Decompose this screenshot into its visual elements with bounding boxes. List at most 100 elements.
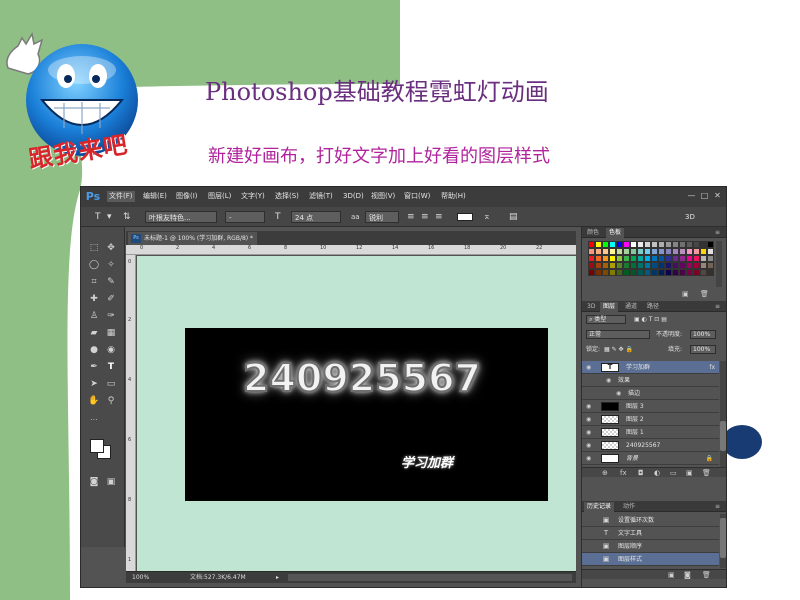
path-select-icon[interactable]: ➤: [87, 377, 101, 391]
color-swatch[interactable]: [623, 248, 630, 255]
color-swatch[interactable]: [707, 255, 714, 262]
color-swatch[interactable]: [595, 241, 602, 248]
adjustment-icon[interactable]: ◐: [654, 469, 660, 477]
panel-menu-icon[interactable]: ≡: [712, 502, 723, 512]
color-swatch[interactable]: [616, 241, 623, 248]
group-icon[interactable]: ▭: [670, 469, 677, 477]
color-swatch[interactable]: [588, 248, 595, 255]
layer-row[interactable]: ◉ 图层 1: [582, 426, 719, 439]
swatch-scrollbar[interactable]: [716, 241, 722, 287]
align-left-icon[interactable]: ≡: [407, 211, 415, 223]
layer-row[interactable]: ◉ 图层 2: [582, 413, 719, 426]
character-panel-icon[interactable]: ▤: [509, 211, 518, 223]
document-canvas[interactable]: 240925567 学习加群: [185, 328, 548, 501]
layer-row[interactable]: ◉ 图层 3: [582, 400, 719, 413]
document-tab[interactable]: Ps 未标题-1 @ 100% (学习加群, RGB/8) *: [128, 232, 258, 245]
layer-filter-icons[interactable]: ▣ ◐ T ⊡ ▤: [634, 315, 667, 324]
color-swatch[interactable]: [630, 269, 637, 276]
color-swatch[interactable]: [644, 262, 651, 269]
color-swatch[interactable]: [686, 255, 693, 262]
new-layer-icon[interactable]: ▣: [686, 469, 693, 477]
color-swatch[interactable]: [693, 269, 700, 276]
menu-view[interactable]: 视图(V): [371, 191, 395, 202]
type-tool-icon[interactable]: T: [104, 360, 118, 374]
color-swatch[interactable]: [672, 248, 679, 255]
align-center-icon[interactable]: ≡: [421, 211, 429, 223]
marquee-tool-icon[interactable]: ⬚: [87, 241, 101, 255]
eye-icon[interactable]: ◉: [616, 390, 623, 397]
lasso-tool-icon[interactable]: ◯: [87, 258, 101, 272]
color-swatch[interactable]: [665, 269, 672, 276]
menu-help[interactable]: 帮助(H): [441, 191, 466, 202]
scroll-thumb[interactable]: [720, 518, 726, 558]
color-swatch[interactable]: [630, 248, 637, 255]
menu-image[interactable]: 图像(I): [176, 191, 198, 202]
color-swatch[interactable]: [602, 269, 609, 276]
color-swatch[interactable]: [679, 255, 686, 262]
text-orientation-icon[interactable]: ⇅: [123, 211, 131, 223]
panel-menu-icon[interactable]: ≡: [712, 228, 723, 238]
workspace-label[interactable]: 3D: [685, 211, 695, 223]
color-swatch[interactable]: [637, 241, 644, 248]
menu-type[interactable]: 文字(Y): [241, 191, 265, 202]
color-swatch[interactable]: [679, 241, 686, 248]
layers-scrollbar[interactable]: [720, 361, 726, 467]
menu-file[interactable]: 文件(F): [107, 191, 135, 202]
color-swatch[interactable]: [651, 248, 658, 255]
color-swatch[interactable]: [672, 255, 679, 262]
eye-icon[interactable]: ◉: [586, 455, 593, 462]
scroll-thumb[interactable]: [720, 421, 726, 451]
color-swatch[interactable]: [707, 248, 714, 255]
minimize-icon[interactable]: —: [687, 191, 696, 200]
color-swatch[interactable]: [679, 269, 686, 276]
color-swatch[interactable]: [665, 255, 672, 262]
antialias-select[interactable]: 锐利: [365, 211, 399, 223]
color-swatch[interactable]: [637, 248, 644, 255]
eye-icon[interactable]: ◉: [586, 429, 593, 436]
layer-row[interactable]: ◉ 240925567: [582, 439, 719, 452]
color-swatch[interactable]: [693, 262, 700, 269]
color-swatch[interactable]: [595, 248, 602, 255]
color-swatch[interactable]: [602, 255, 609, 262]
color-swatch[interactable]: [609, 248, 616, 255]
blur-tool-icon[interactable]: ●: [87, 343, 101, 357]
color-swatch[interactable]: [588, 255, 595, 262]
color-swatch[interactable]: [700, 248, 707, 255]
dodge-tool-icon[interactable]: ◉: [104, 343, 118, 357]
color-swatch[interactable]: [602, 248, 609, 255]
tab-channels[interactable]: 通道: [622, 302, 640, 312]
layer-effect-row[interactable]: ◉ 描边: [582, 387, 719, 400]
menu-layer[interactable]: 图层(L): [208, 191, 231, 202]
color-swatch[interactable]: [616, 248, 623, 255]
fill-input[interactable]: 100%: [690, 345, 716, 354]
tab-swatches[interactable]: 色板: [606, 228, 625, 238]
text-color-swatch[interactable]: [457, 213, 473, 221]
color-swatch[interactable]: [651, 269, 658, 276]
color-swatch[interactable]: [609, 262, 616, 269]
layer-row[interactable]: ◉ 背景 🔒: [582, 452, 719, 465]
color-swatch[interactable]: [658, 255, 665, 262]
color-swatch[interactable]: [623, 269, 630, 276]
magic-wand-icon[interactable]: ✧: [104, 258, 118, 272]
more-tools-icon[interactable]: …: [87, 411, 101, 425]
color-swatch[interactable]: [609, 241, 616, 248]
color-swatch[interactable]: [665, 241, 672, 248]
zoom-tool-icon[interactable]: ⚲: [104, 394, 118, 408]
color-swatch[interactable]: [686, 269, 693, 276]
tab-3d[interactable]: 3D: [584, 302, 598, 312]
color-swatch[interactable]: [616, 269, 623, 276]
color-swatch[interactable]: [658, 248, 665, 255]
color-swatch[interactable]: [658, 262, 665, 269]
chevron-down-icon[interactable]: ▾: [107, 211, 112, 223]
color-swatch[interactable]: [637, 255, 644, 262]
layer-filter-select[interactable]: ⌕ 类型: [586, 315, 626, 324]
color-swatch[interactable]: [588, 241, 595, 248]
fx-icon[interactable]: fx: [620, 469, 627, 477]
history-scrollbar[interactable]: [720, 514, 726, 568]
stamp-tool-icon[interactable]: ♙: [87, 309, 101, 323]
color-swatch[interactable]: [616, 255, 623, 262]
color-swatch[interactable]: [707, 241, 714, 248]
color-swatch[interactable]: [665, 262, 672, 269]
color-swatch[interactable]: [588, 262, 595, 269]
color-swatch[interactable]: [686, 262, 693, 269]
